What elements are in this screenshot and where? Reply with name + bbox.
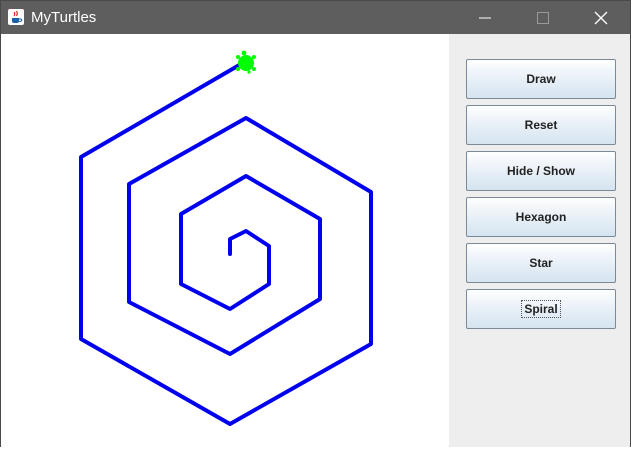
turtle-icon	[236, 50, 256, 74]
close-button[interactable]	[572, 1, 630, 34]
window-title: MyTurtles	[31, 9, 97, 26]
hexagon-button-label: Hexagon	[515, 210, 567, 224]
maximize-button[interactable]	[514, 1, 572, 34]
draw-button-label: Draw	[526, 72, 556, 86]
hide-show-button-label: Hide / Show	[506, 164, 575, 178]
app-window: MyTurtles Draw Reset Hide / Show Hexagon…	[0, 0, 631, 447]
close-icon	[594, 11, 608, 24]
draw-button[interactable]: Draw	[466, 59, 616, 99]
hide-show-button[interactable]: Hide / Show	[466, 151, 616, 191]
star-button[interactable]: Star	[466, 243, 616, 283]
minimize-icon	[479, 17, 491, 18]
drawing-surface	[79, 50, 373, 426]
spiral-button-label: Spiral	[521, 300, 561, 318]
spiral-path	[79, 62, 373, 426]
button-panel: Draw Reset Hide / Show Hexagon Star Spir…	[449, 34, 630, 447]
maximize-icon	[537, 11, 549, 24]
title-bar[interactable]: MyTurtles	[1, 1, 630, 34]
minimize-button[interactable]	[456, 1, 514, 34]
turtle-canvas[interactable]	[1, 34, 449, 447]
reset-button-label: Reset	[524, 118, 558, 132]
spiral-button[interactable]: Spiral	[466, 289, 616, 329]
java-cup-icon	[8, 9, 24, 25]
star-button-label: Star	[529, 256, 553, 270]
hexagon-button[interactable]: Hexagon	[466, 197, 616, 237]
reset-button[interactable]: Reset	[466, 105, 616, 145]
